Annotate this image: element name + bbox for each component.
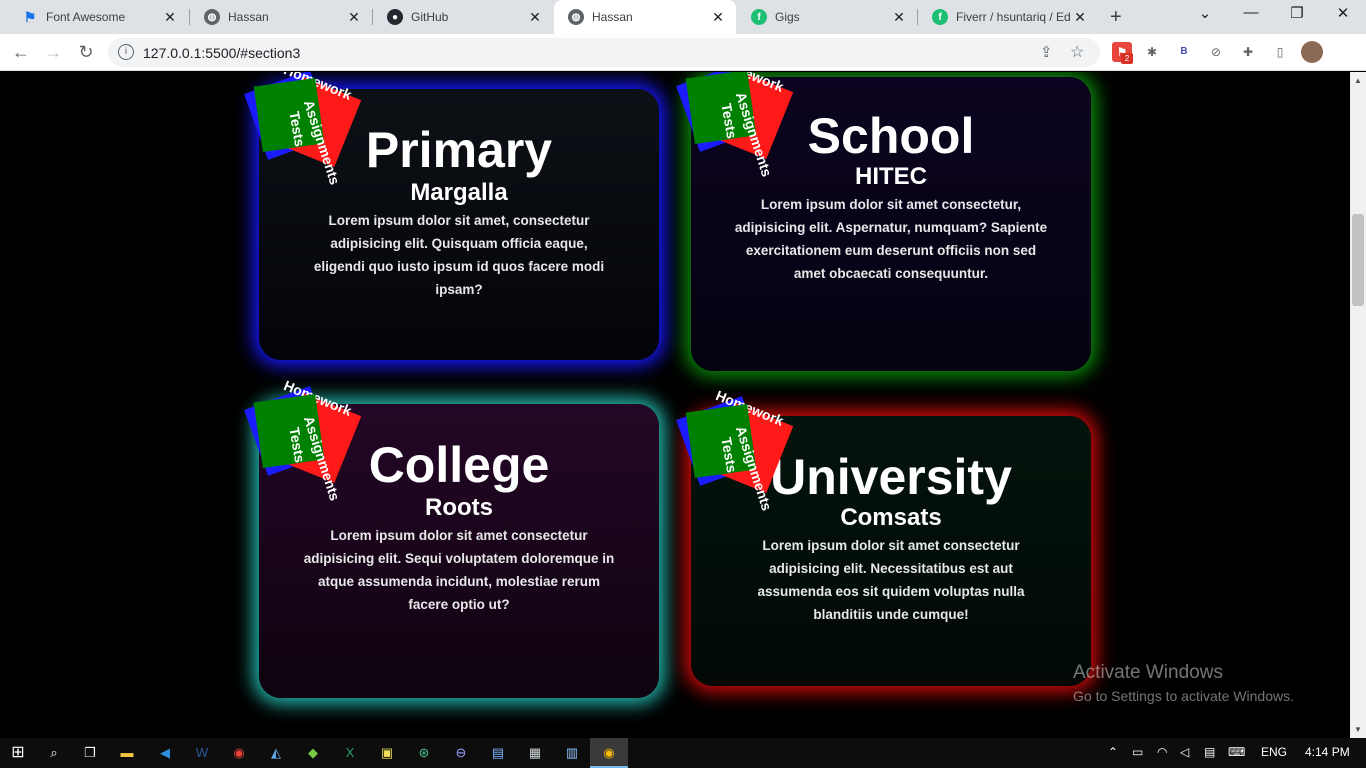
share-icon[interactable]: ⇪ (1040, 43, 1053, 61)
close-icon[interactable]: ✕ (162, 9, 178, 26)
tab-title: Hassan (592, 10, 633, 24)
card-description: Lorem ipsum dolor sit amet consectetur, … (734, 197, 1048, 281)
note-stack: Homework Tests Assignments (676, 72, 794, 179)
activate-windows-watermark: Activate Windows Go to Settings to activ… (1073, 662, 1294, 704)
app-icon[interactable]: ▦ (525, 743, 545, 763)
extensions-puzzle-icon[interactable]: ✚ (1238, 42, 1258, 62)
excel-icon[interactable]: X (340, 743, 360, 763)
side-panel-icon[interactable]: ▯ (1270, 42, 1290, 62)
tab-hassan-active[interactable]: ◍ Hassan ✕ (554, 0, 736, 34)
watermark-subtitle: Go to Settings to activate Windows. (1073, 688, 1294, 704)
tab-hassan-1[interactable]: ◍ Hassan ✕ (190, 0, 372, 34)
tab-title: Gigs (775, 10, 800, 24)
flag-icon: ⚑ (23, 8, 37, 25)
tab-fiverr[interactable]: f Fiverr / hsuntariq / Ed ✕ (918, 0, 1098, 34)
scroll-up-arrow-icon[interactable]: ▲ (1354, 76, 1362, 85)
tab-github[interactable]: ● GitHub ✕ (373, 0, 553, 34)
word-icon[interactable]: W (192, 743, 212, 763)
file-explorer-icon[interactable]: ▬ (117, 743, 137, 763)
tab-strip: ⚑ Font Awesome ✕ ◍ Hassan ✕ ● GitHub ✕ ◍… (0, 0, 1366, 34)
vscode-icon[interactable]: ◀ (155, 743, 175, 763)
scroll-thumb[interactable] (1352, 214, 1364, 306)
b-extension-icon[interactable]: B (1174, 42, 1194, 62)
restore-button[interactable]: ❐ (1285, 4, 1309, 22)
tab-title: Font Awesome (46, 10, 126, 24)
tab-search-icon[interactable]: ⌄ (1193, 4, 1217, 22)
close-icon[interactable]: ✕ (1072, 9, 1088, 26)
windows-start-icon[interactable]: ⊞ (8, 743, 28, 763)
search-icon[interactable]: ⌕ (44, 743, 64, 763)
tab-gigs[interactable]: f Gigs ✕ (737, 0, 917, 34)
tab-title: Hassan (228, 10, 269, 24)
bookmark-star-icon[interactable]: ☆ (1070, 42, 1084, 62)
address-bar[interactable]: i 127.0.0.1:5500/#section3 ⇪ ☆ (108, 38, 1100, 67)
windows-taskbar: ⊞ ⌕ ❐ ▬ ◀ W ◉ ◭ ◆ X ▣ ⊛ ⊖ ▤ ▦ ▥ ◉ ⌃ ▭ ◠ … (0, 738, 1366, 768)
github-icon: ● (387, 9, 403, 25)
close-icon[interactable]: ✕ (527, 9, 543, 26)
site-info-icon[interactable]: i (118, 44, 134, 60)
card-subtitle: HITEC (855, 163, 927, 190)
tab-font-awesome[interactable]: ⚑ Font Awesome ✕ (8, 0, 188, 34)
page-scrollbar[interactable]: ▲ ▼ (1350, 72, 1366, 738)
tab-title: Fiverr / hsuntariq / Ed (956, 10, 1071, 24)
globe-icon: ◍ (204, 9, 220, 25)
volume-icon[interactable]: ◁ (1180, 745, 1189, 759)
app-icon[interactable]: ◆ (303, 743, 323, 763)
fiverr-icon: f (932, 9, 948, 25)
language-indicator[interactable]: ENG (1261, 745, 1287, 759)
chrome-icon[interactable]: ◉ (599, 743, 619, 763)
battery-icon[interactable]: ▭ (1132, 745, 1143, 759)
fiverr-icon: f (751, 9, 767, 25)
clock[interactable]: 4:14 PM (1305, 745, 1350, 759)
app-icon[interactable]: ⊛ (414, 743, 434, 763)
tray-chevron-icon[interactable]: ⌃ (1108, 745, 1118, 759)
extension-badge: 2 (1121, 53, 1133, 64)
app-icon[interactable]: ▤ (488, 743, 508, 763)
app-icon[interactable]: ◭ (266, 743, 286, 763)
note-stack: Homework Tests Assignments (676, 387, 794, 513)
note-stack: Homework Tests Assignments (244, 72, 362, 187)
keyboard-icon[interactable]: ⌨ (1228, 745, 1245, 759)
close-icon[interactable]: ✕ (346, 9, 362, 26)
bug-extension-icon[interactable]: ✱ (1142, 42, 1162, 62)
tab-title: GitHub (411, 10, 449, 24)
app-icon[interactable]: ⊖ (451, 743, 471, 763)
forward-button[interactable]: → (41, 40, 65, 64)
chrome-icon[interactable]: ◉ (229, 743, 249, 763)
card-subtitle: Comsats (840, 504, 942, 531)
browser-toolbar: ← → ↻ i 127.0.0.1:5500/#section3 ⇪ ☆ ⚑ ✱… (0, 34, 1366, 71)
globe-icon: ◍ (568, 9, 584, 25)
note-stack: Homework Tests Assignments (244, 377, 362, 503)
close-icon[interactable]: ✕ (710, 9, 726, 26)
terminal-icon[interactable]: ▣ (377, 743, 397, 763)
watermark-title: Activate Windows (1073, 662, 1223, 683)
minimize-button[interactable]: — (1239, 4, 1263, 21)
scroll-down-arrow-icon[interactable]: ▼ (1354, 725, 1362, 734)
close-window-button[interactable]: ✕ (1331, 4, 1355, 22)
task-view-icon[interactable]: ❐ (80, 743, 100, 763)
wifi-icon[interactable]: ◠ (1157, 745, 1167, 759)
notepad-icon[interactable]: ▥ (562, 743, 582, 763)
back-button[interactable]: ← (9, 40, 33, 64)
address-url[interactable]: 127.0.0.1:5500/#section3 (143, 45, 300, 61)
card-description: Lorem ipsum dolor sit amet, consectetur … (313, 213, 605, 297)
reload-button[interactable]: ↻ (74, 40, 98, 64)
card-description: Lorem ipsum dolor sit amet consectetur a… (303, 528, 615, 612)
card-subtitle: Margalla (410, 179, 508, 206)
card-description: Lorem ipsum dolor sit amet consectetur a… (757, 538, 1025, 622)
card-subtitle: Roots (425, 494, 493, 521)
profile-avatar[interactable] (1301, 41, 1323, 63)
close-icon[interactable]: ✕ (891, 9, 907, 26)
compass-extension-icon[interactable]: ⊘ (1206, 42, 1226, 62)
notification-icon[interactable]: ▤ (1204, 745, 1215, 759)
new-tab-button[interactable]: + (1110, 6, 1122, 29)
page-viewport: Primary Margalla Lorem ipsum dolor sit a… (0, 72, 1350, 738)
